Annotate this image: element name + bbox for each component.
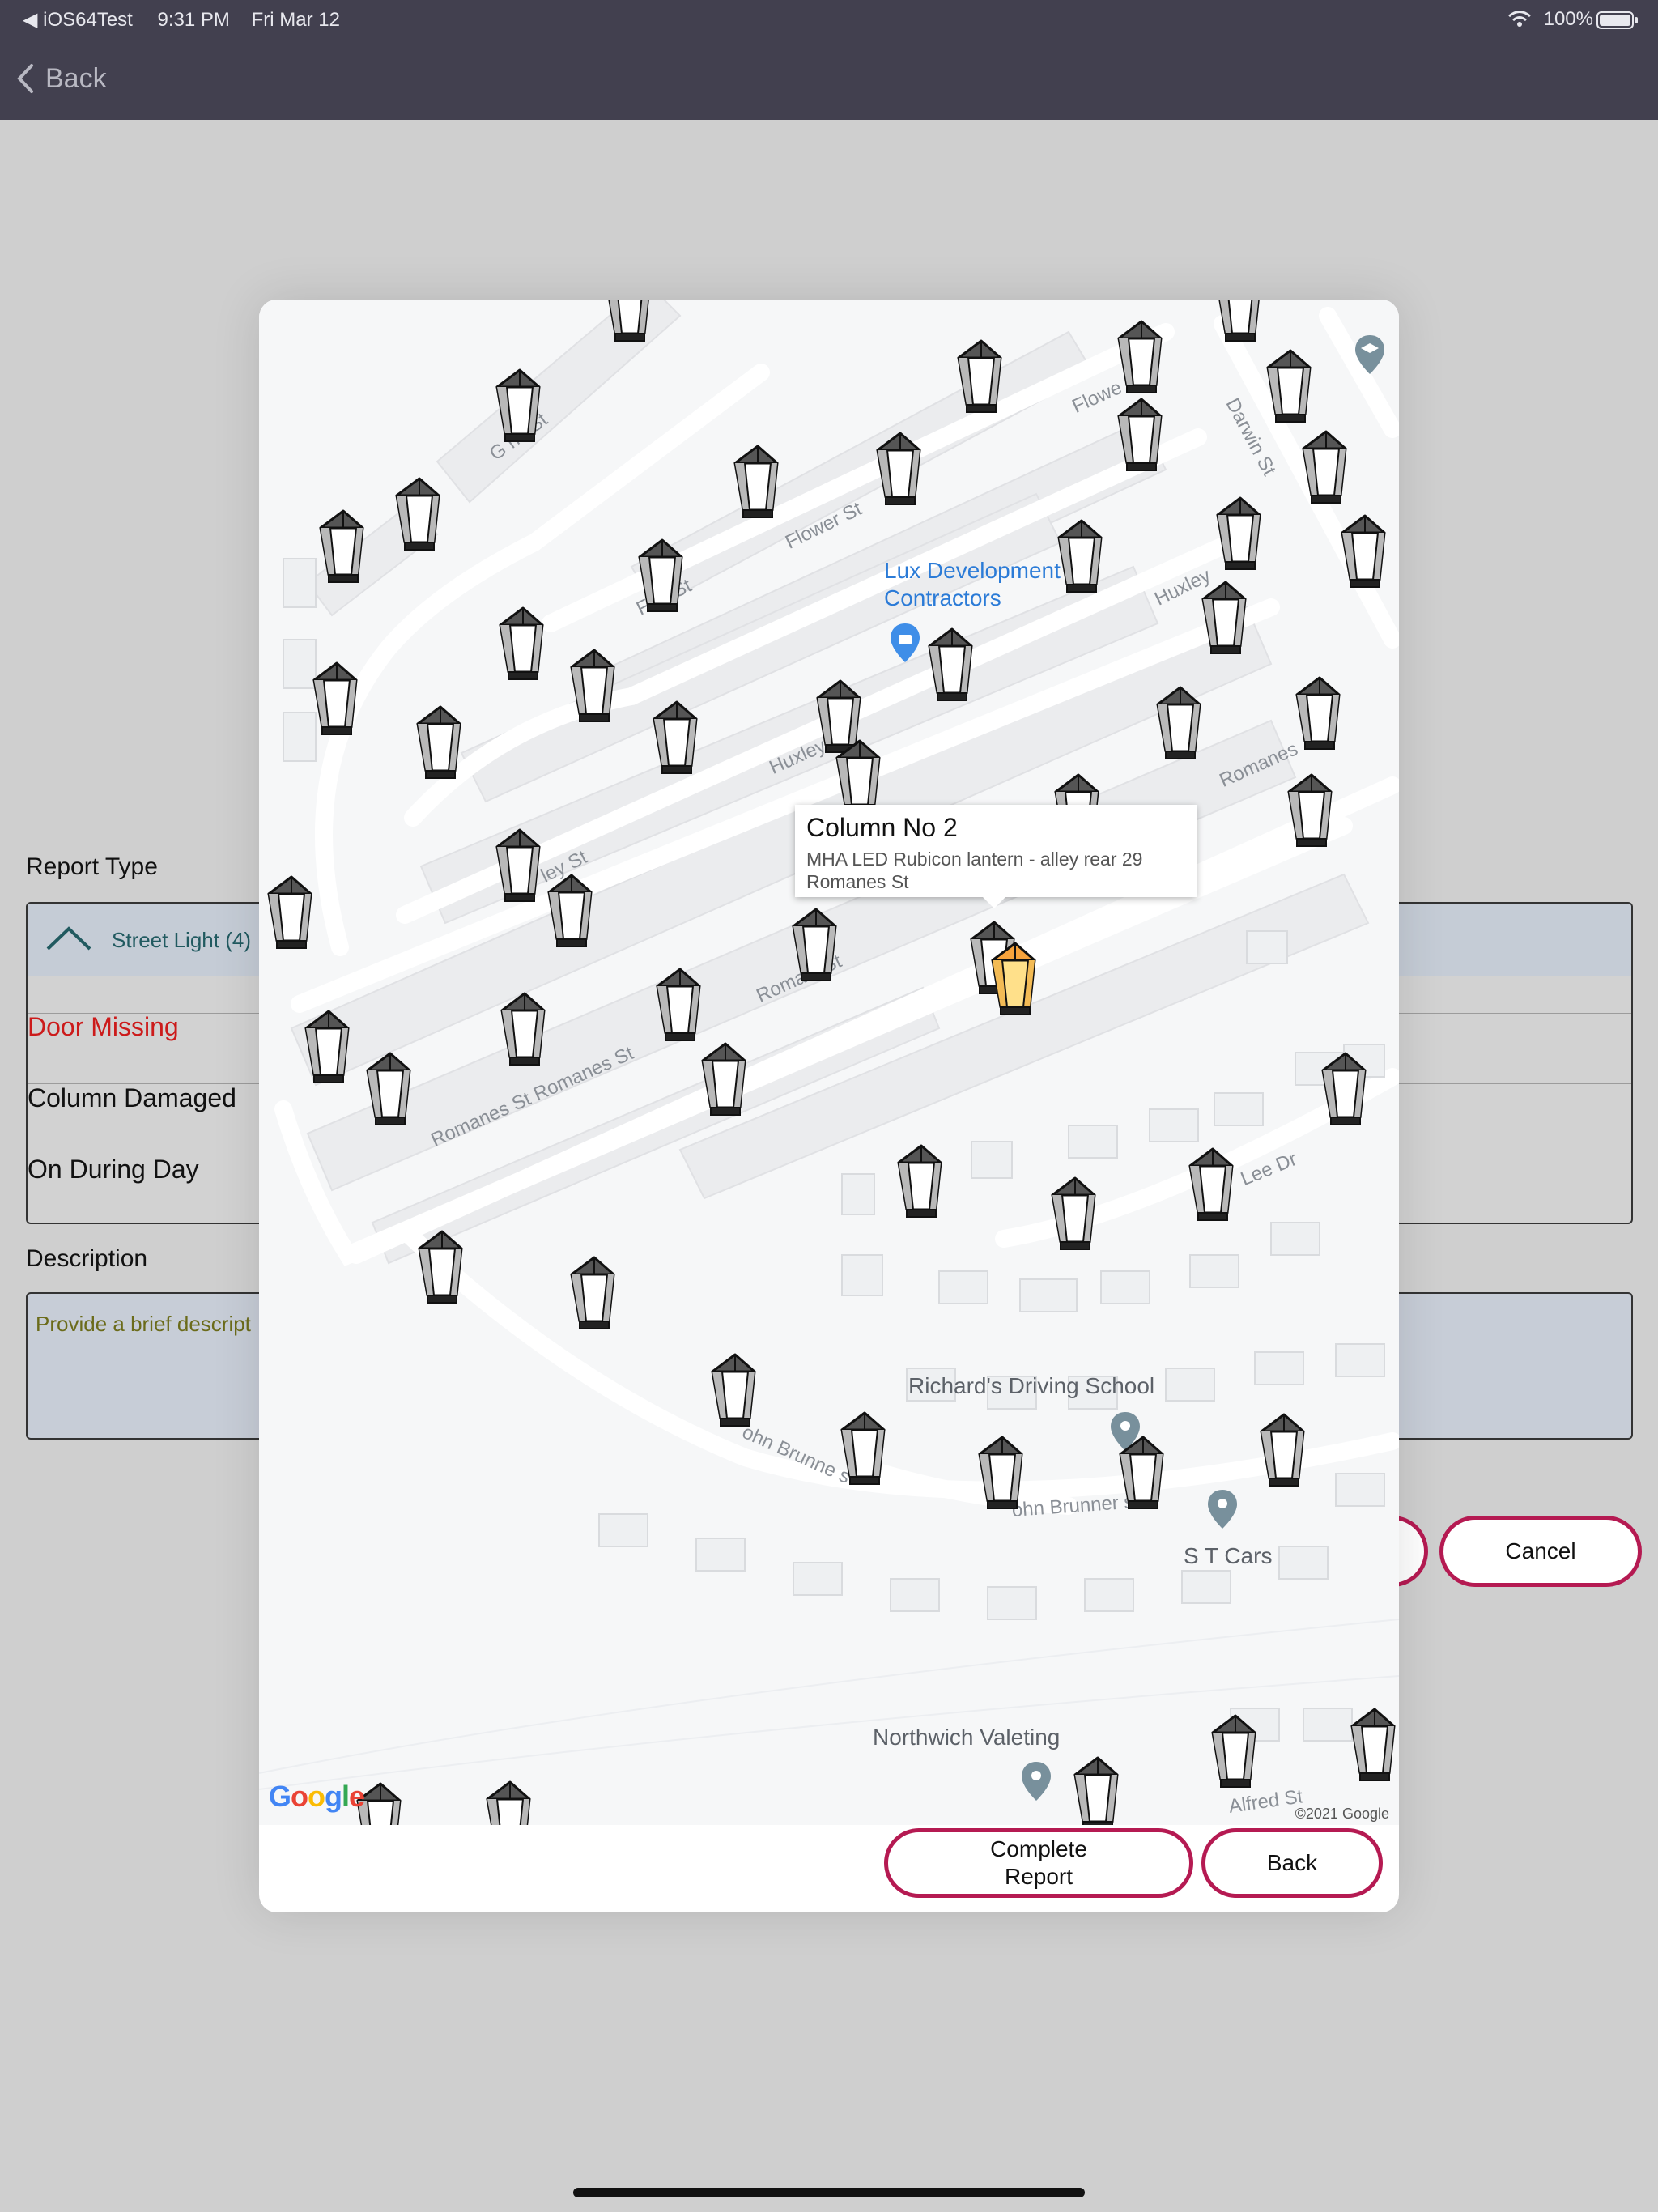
popup-subtitle: MHA LED Rubicon lantern - alley rear 29 … [806,849,1143,892]
lantern-marker[interactable] [1198,580,1253,657]
lantern-marker[interactable] [1213,300,1268,345]
poi-st-cars[interactable]: S T Cars [1184,1543,1272,1569]
option-door-missing[interactable]: Door Missing [28,1012,179,1042]
report-type-label: Report Type [26,853,158,880]
top-bar: ◀ iOS64Test 9:31 PM Fri Mar 12 100% Back [0,0,1658,120]
lantern-marker[interactable] [495,606,551,683]
lantern-marker[interactable] [1116,1435,1171,1512]
cancel-label: Cancel [1505,1538,1576,1564]
lantern-marker[interactable] [316,508,371,586]
lantern-marker-selected[interactable] [988,941,1043,1019]
lantern-marker[interactable] [1337,513,1392,591]
report-type-value: Street Light (4) [112,928,251,952]
lantern-marker[interactable] [544,873,599,951]
lantern-marker[interactable] [309,661,364,738]
lantern-marker[interactable] [1292,675,1347,753]
lantern-marker[interactable] [492,368,547,445]
poi-northwich-valeting[interactable]: Northwich Valeting [873,1725,1060,1750]
lantern-marker[interactable] [1054,518,1109,596]
cancel-button[interactable]: Cancel [1439,1516,1642,1587]
nav-back-button[interactable]: Back [16,58,107,99]
lantern-marker[interactable] [894,1143,949,1221]
status-time: 9:31 PM [157,9,230,31]
poi-driving-school[interactable]: Richard's Driving School [908,1373,1154,1399]
lantern-marker[interactable] [363,1051,418,1129]
lantern-marker[interactable] [301,1009,356,1087]
lantern-marker[interactable] [1114,397,1169,474]
chevron-left-icon [17,64,33,93]
status-date: Fri Mar 12 [251,9,340,31]
home-indicator [573,2188,1085,2197]
nav-back-label: Back [45,62,107,94]
lantern-marker[interactable] [1263,348,1318,426]
lantern-marker[interactable] [975,1435,1030,1512]
lantern-marker[interactable] [1347,1707,1399,1784]
lantern-marker[interactable] [708,1352,763,1430]
lantern-marker[interactable] [837,1410,892,1488]
lantern-marker[interactable] [635,538,690,615]
lantern-marker[interactable] [413,704,468,782]
lantern-marker[interactable] [925,627,980,704]
location-pin-icon[interactable] [1020,1760,1052,1802]
lantern-marker[interactable] [414,1229,470,1307]
lantern-marker[interactable] [1153,685,1208,763]
lantern-marker[interactable] [264,874,319,952]
lantern-marker[interactable] [1114,319,1169,397]
lantern-marker[interactable] [789,907,844,985]
lantern-marker[interactable] [1256,1412,1312,1490]
status-left: ◀ iOS64Test 9:31 PM Fri Mar 12 [23,8,340,32]
lantern-marker[interactable] [492,827,547,905]
lantern-marker[interactable] [873,431,928,508]
lantern-marker[interactable] [602,300,657,345]
lantern-marker[interactable] [1208,1713,1263,1791]
map-modal: G ne St Flower St Flowe F er St Darwin S… [259,300,1399,1912]
lantern-marker[interactable] [1318,1051,1373,1129]
option-column-damaged[interactable]: Column Damaged [28,1083,236,1113]
status-right: 100% [1507,8,1593,31]
lantern-marker[interactable] [1048,1176,1103,1253]
lantern-marker[interactable] [649,700,704,777]
poi-lux-development[interactable]: Lux Development Contractors [884,557,1061,612]
lantern-marker[interactable] [730,444,785,521]
lantern-marker[interactable] [653,967,708,1044]
back-to-app[interactable]: ◀ iOS64Test [23,9,133,31]
lantern-marker[interactable] [483,1780,538,1825]
modal-back-button[interactable]: Back [1201,1828,1383,1898]
wifi-icon [1507,11,1531,27]
battery-percent: 100% [1543,8,1593,30]
description-placeholder: Provide a brief descript [36,1312,251,1336]
popup-title: Column No 2 [806,813,958,842]
lantern-marker[interactable] [497,991,552,1069]
map-copyright: ©2021 Google [1295,1806,1389,1822]
lantern-marker[interactable] [1213,496,1268,573]
location-pin-icon[interactable] [1206,1488,1239,1530]
lantern-marker[interactable] [1299,429,1354,507]
battery-icon [1596,11,1638,29]
marker-info-popup[interactable]: Column No 2 MHA LED Rubicon lantern - al… [795,805,1197,908]
google-logo: Google [269,1780,365,1813]
shopping-pin-icon[interactable] [889,622,921,664]
option-on-during-day[interactable]: On During Day [28,1155,199,1185]
lantern-marker[interactable] [567,1255,622,1333]
lantern-marker[interactable] [392,476,447,554]
lantern-marker[interactable] [954,338,1009,416]
lantern-marker[interactable] [1185,1146,1240,1224]
lantern-marker[interactable] [1284,772,1339,850]
school-pin-icon[interactable] [1354,334,1386,376]
lantern-marker[interactable] [698,1041,753,1119]
lantern-marker[interactable] [1070,1755,1125,1825]
chevron-up-icon [46,926,91,951]
description-label: Description [26,1245,148,1272]
complete-report-button[interactable]: Complete Report [884,1828,1193,1898]
lantern-marker[interactable] [567,648,622,725]
map-view[interactable]: G ne St Flower St Flowe F er St Darwin S… [259,300,1399,1825]
